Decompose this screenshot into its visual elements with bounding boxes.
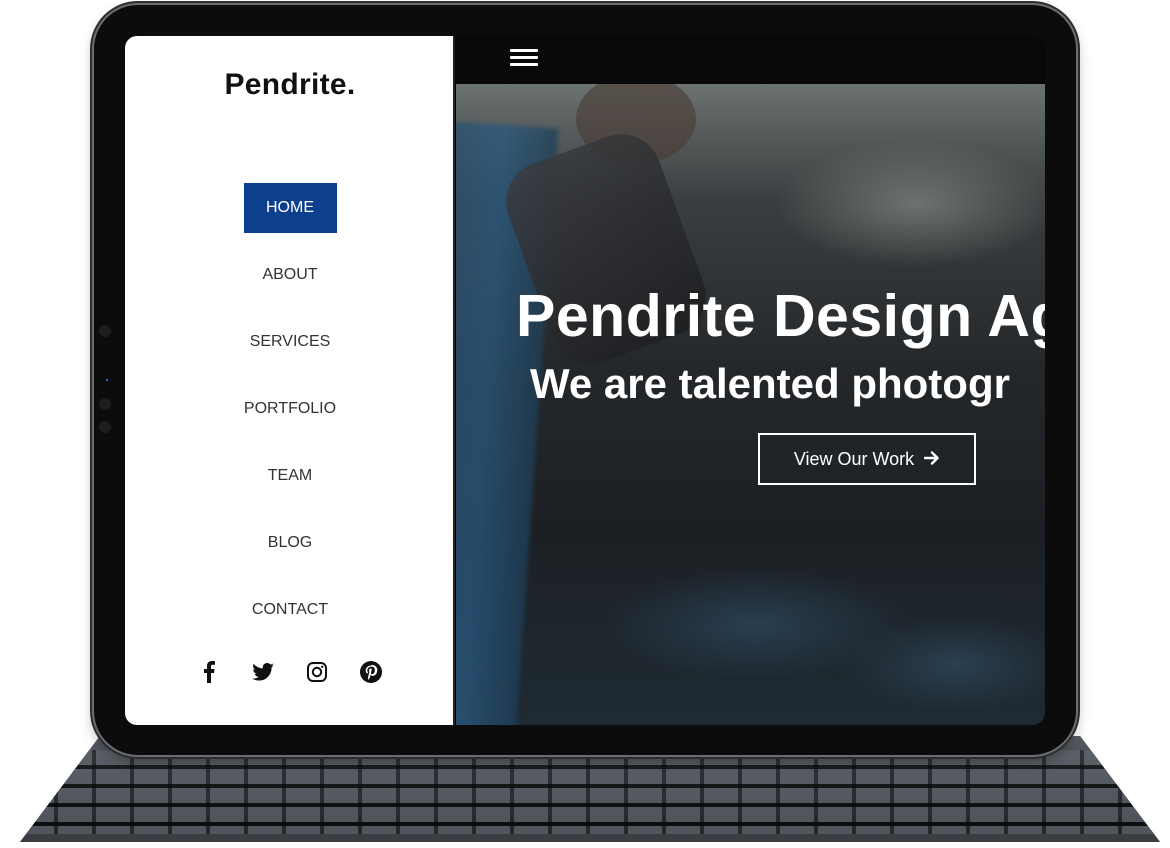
side-button (99, 398, 111, 410)
hero-section: Pendrite Design Ag We are talented photo… (456, 84, 1045, 725)
top-bar (455, 36, 1045, 84)
arrow-right-icon (923, 449, 940, 470)
hero-title: Pendrite Design Ag (516, 283, 1045, 349)
brand-logo[interactable]: Pendrite. (125, 68, 455, 102)
facebook-icon[interactable] (197, 660, 221, 684)
sidebar: Pendrite. HOME ABOUT SERVICES PORTFOLIO … (125, 36, 455, 725)
device-mockup: Pendrite. HOME ABOUT SERVICES PORTFOLIO … (0, 0, 1170, 848)
nav-item-portfolio[interactable]: PORTFOLIO (225, 384, 355, 434)
view-our-work-button[interactable]: View Our Work (758, 433, 976, 485)
nav-item-contact[interactable]: CONTACT (225, 585, 355, 635)
nav-item-services[interactable]: SERVICES (225, 317, 355, 367)
pinterest-icon[interactable] (359, 660, 383, 684)
social-links (125, 660, 455, 684)
nav-item-home[interactable]: HOME (243, 183, 337, 233)
twitter-icon[interactable] (251, 660, 275, 684)
cta-label: View Our Work (793, 448, 915, 469)
instagram-icon[interactable] (305, 660, 329, 684)
nav-item-blog[interactable]: BLOG (225, 518, 355, 568)
hamburger-menu-icon[interactable] (510, 49, 538, 69)
keyboard-edge (20, 834, 1160, 842)
tablet-screen: Pendrite. HOME ABOUT SERVICES PORTFOLIO … (125, 36, 1045, 725)
side-indicator (106, 379, 108, 381)
keyboard-keys (20, 750, 1160, 834)
hero-subtitle: We are talented photogr (530, 360, 1010, 407)
side-button (99, 325, 111, 337)
side-button (99, 421, 111, 433)
nav-item-about[interactable]: ABOUT (225, 250, 355, 300)
main-nav: HOME ABOUT SERVICES PORTFOLIO TEAM BLOG … (125, 183, 455, 652)
nav-item-team[interactable]: TEAM (225, 451, 355, 501)
